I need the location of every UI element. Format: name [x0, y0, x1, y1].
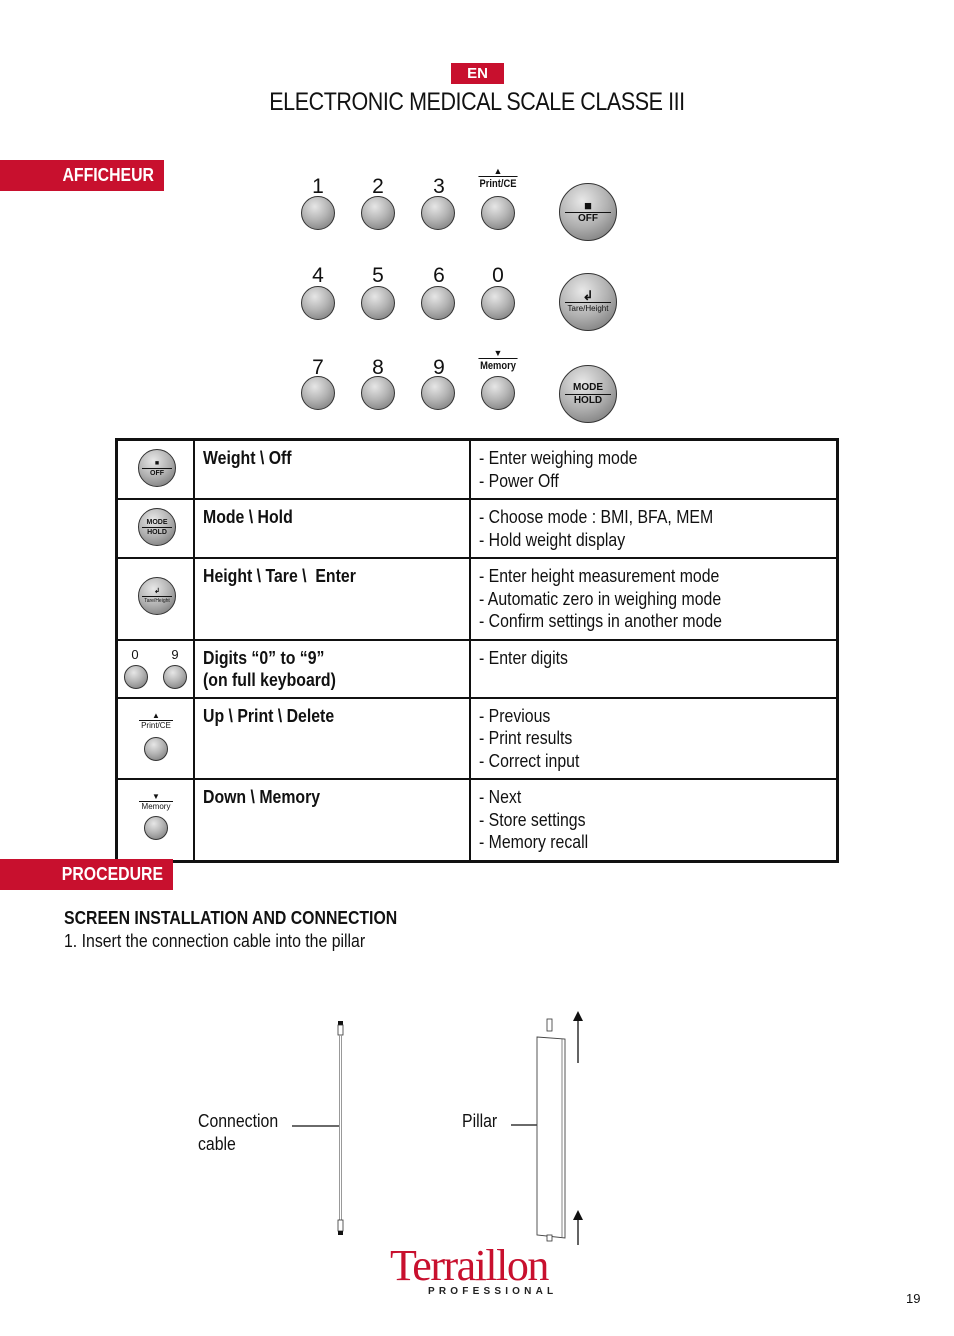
table-row: ↲ Tare/Height Height \ Tare \ Enter - En…: [115, 557, 839, 641]
digit-0-label: 0: [131, 646, 139, 662]
digit-9-label: 9: [171, 646, 179, 662]
key-description: - Choose mode : BMI, BFA, MEM - Hold wei…: [468, 498, 839, 559]
key-memory[interactable]: [481, 376, 515, 410]
key-0[interactable]: [481, 286, 515, 320]
enter-arrow-icon: ↲: [154, 587, 160, 595]
key-name: Down \ Memory: [192, 778, 471, 862]
print-ce-key-icon: [144, 736, 168, 761]
table-row: 0 9 Digits “0” to “9” (on full keyboard)…: [115, 638, 839, 699]
key-icon-cell: ▼ Memory: [115, 778, 195, 862]
procedure-step: 1. Insert the connection cable into the …: [64, 931, 366, 951]
key-8[interactable]: [361, 376, 395, 410]
key-print-ce[interactable]: [481, 196, 515, 230]
digit-label: 4: [312, 264, 324, 287]
page-number: 19: [906, 1291, 921, 1306]
section-tab-procedure: PROCEDURE: [0, 859, 173, 890]
key-mode-hold[interactable]: MODE HOLD: [559, 365, 617, 423]
key-3[interactable]: [421, 196, 455, 230]
up-arrow-icon: ▲: [493, 166, 503, 176]
key-icon-cell: ▲ Print/CE: [115, 696, 195, 780]
key-name: Weight \ Off: [192, 438, 471, 500]
section-label: AFFICHEUR: [62, 165, 154, 185]
down-arrow-icon: ▼: [152, 792, 160, 801]
table-row: ■ OFF Weight \ Off - Enter weighing mode…: [115, 438, 839, 500]
key-description: - Previous - Print results - Correct inp…: [468, 696, 839, 780]
memory-key-icon: [144, 816, 168, 840]
memory-label: ▼ Memory: [139, 792, 173, 811]
tare-height-key-icon: ↲ Tare/Height: [138, 577, 176, 615]
section-label: PROCEDURE: [61, 864, 163, 884]
cable-connector-bottom: [337, 1219, 344, 1232]
key-9[interactable]: [421, 376, 455, 410]
terraillon-logo-subtitle: PROFESSIONAL: [428, 1286, 558, 1297]
terraillon-logo: Terraillon: [390, 1241, 549, 1290]
weight-icon: ■: [154, 459, 160, 467]
key-icon-cell: MODE HOLD: [115, 498, 195, 559]
digit-label: 0: [492, 264, 504, 287]
table-row: ▲ Print/CE Up \ Print \ Delete - Previou…: [115, 696, 839, 780]
key-7[interactable]: [301, 376, 335, 410]
language-badge: EN: [451, 63, 504, 84]
table-row: ▼ Memory Down \ Memory - Next - Store se…: [115, 778, 839, 862]
pillar-caption: Pillar: [462, 1111, 498, 1131]
cable-connector-top: [338, 1021, 343, 1025]
memory-label: ▼ Memory: [475, 348, 521, 372]
key-name: Up \ Print \ Delete: [192, 696, 471, 780]
digit-key-icon: [163, 664, 187, 689]
key-6[interactable]: [421, 286, 455, 320]
key-description: - Next - Store settings - Memory recall: [468, 778, 839, 862]
key-description: - Enter weighing mode - Power Off: [468, 438, 839, 500]
down-arrow-icon: ▼: [493, 348, 503, 358]
cable-caption: Connection cable: [198, 1111, 279, 1154]
key-name: Mode \ Hold: [192, 498, 471, 559]
key-description: - Enter height measurement mode - Automa…: [468, 557, 839, 641]
key-name: Height \ Tare \ Enter: [192, 557, 471, 641]
page-title: ELECTRONIC MEDICAL SCALE CLASSE III: [269, 88, 685, 116]
key-icon-cell: ■ OFF: [115, 438, 195, 500]
section-tab-afficheur: AFFICHEUR: [0, 160, 164, 191]
key-1[interactable]: [301, 196, 335, 230]
print-ce-label: ▲ Print/CE: [475, 166, 521, 190]
key-icon-cell: 0 9: [115, 638, 195, 699]
weight-icon: ■: [584, 198, 592, 213]
key-weight-off[interactable]: ■ OFF: [559, 183, 617, 241]
digit-key-icon: [124, 664, 148, 689]
procedure-heading: SCREEN INSTALLATION AND CONNECTION: [64, 908, 398, 928]
key-5[interactable]: [361, 286, 395, 320]
key-2[interactable]: [361, 196, 395, 230]
key-function-table: ■ OFF Weight \ Off - Enter weighing mode…: [115, 438, 839, 863]
key-4[interactable]: [301, 286, 335, 320]
pillar-body: [536, 1036, 566, 1239]
up-arrow-icon: ▲: [152, 710, 160, 720]
key-tare-height[interactable]: ↲ Tare/Height: [559, 273, 617, 331]
pillar-drawing: [511, 1011, 583, 1245]
print-ce-label: ▲ Print/CE: [139, 711, 173, 730]
table-row: MODE HOLD Mode \ Hold - Choose mode : BM…: [115, 498, 839, 559]
key-description: - Enter digits: [468, 638, 839, 699]
connection-cable-drawing: [292, 1021, 344, 1235]
enter-arrow-icon: ↲: [582, 288, 594, 303]
digit-label: 6: [433, 264, 445, 287]
key-name: Digits “0” to “9” (on full keyboard): [192, 638, 471, 699]
mode-hold-key-icon: MODE HOLD: [138, 508, 176, 546]
digit-label: 5: [372, 264, 384, 287]
off-key-icon: ■ OFF: [138, 449, 176, 487]
key-icon-cell: ↲ Tare/Height: [115, 557, 195, 641]
